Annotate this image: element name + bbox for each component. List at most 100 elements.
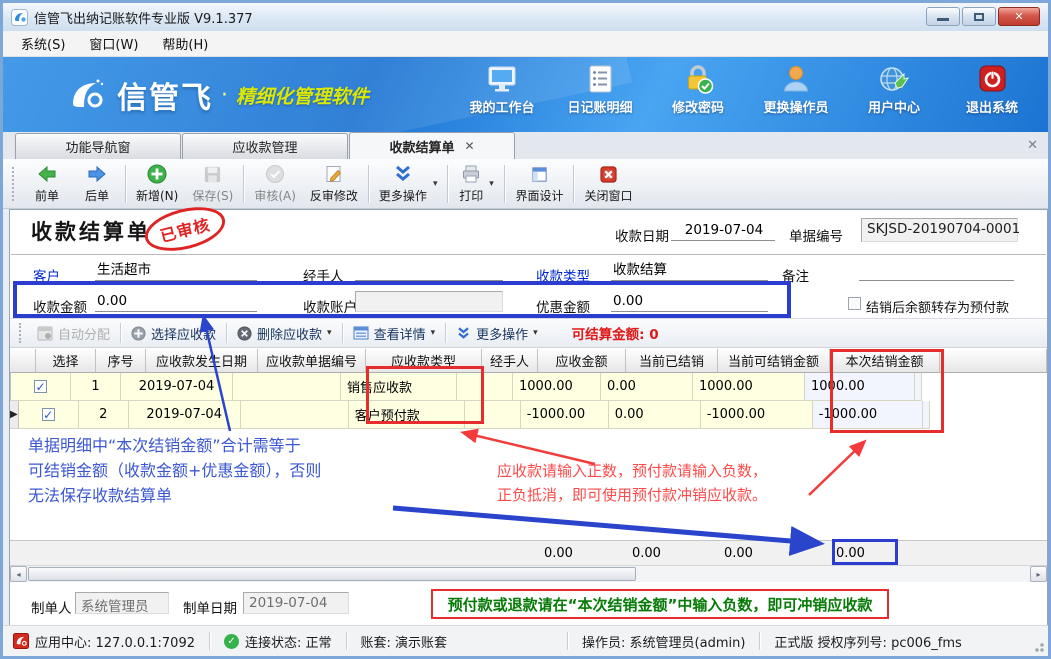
toolbar-grip bbox=[12, 167, 17, 201]
journal-icon bbox=[583, 63, 617, 95]
prev-doc-button[interactable]: 前单 bbox=[22, 161, 72, 206]
tab-receivables[interactable]: 应收款管理 bbox=[182, 133, 348, 159]
delete-receivable-button[interactable]: 删除应收款 ▾ bbox=[229, 322, 340, 345]
tab-function-nav[interactable]: 功能导航窗 bbox=[15, 133, 181, 159]
horizontal-scrollbar: ◂ ▸ bbox=[10, 565, 1047, 582]
handler-field[interactable] bbox=[355, 260, 503, 281]
more-actions-button[interactable]: 更多操作 ▾ bbox=[372, 161, 445, 206]
highlight-box-type-column bbox=[366, 366, 484, 424]
unaudit-modify-button[interactable]: 反审修改 bbox=[303, 161, 365, 206]
dropdown-caret-icon: ▾ bbox=[327, 328, 332, 338]
close-window-button[interactable]: 关闭窗口 bbox=[577, 161, 639, 206]
highlight-box-total bbox=[832, 539, 898, 565]
check-circle-green-icon: ✓ bbox=[224, 634, 239, 649]
cell-settleable: -1000.00 bbox=[701, 401, 813, 429]
x-circle-icon bbox=[237, 326, 252, 341]
transfer-prepay-label: 结销后余额转存为预付款 bbox=[866, 297, 1009, 316]
banner-action-user-center[interactable]: 用户中心 bbox=[852, 63, 936, 116]
receipt-date-field[interactable]: 2019-07-04 bbox=[671, 220, 775, 241]
header-seq[interactable]: 序号 bbox=[96, 349, 146, 373]
menu-system[interactable]: 系统(S) bbox=[11, 31, 75, 56]
header-doc-no[interactable]: 应收款单据编号 bbox=[258, 349, 366, 373]
status-connection: ✓ 连接状态: 正常 bbox=[224, 632, 332, 651]
scrollbar-thumb[interactable] bbox=[28, 567, 636, 581]
print-button[interactable]: 打印 ▾ bbox=[451, 161, 501, 206]
layout-icon bbox=[530, 165, 549, 184]
add-new-button[interactable]: 新增(N) bbox=[129, 161, 185, 206]
menu-bar: 系统(S) 窗口(W) 帮助(H) bbox=[3, 31, 1048, 57]
status-license: 正式版 授权序列号: pc006_fms bbox=[774, 632, 961, 651]
banner-action-exit[interactable]: 退出系统 bbox=[950, 63, 1034, 116]
tabstrip-close-icon[interactable]: ✕ bbox=[1027, 138, 1038, 153]
receipt-type-field[interactable]: 收款结算 bbox=[611, 260, 768, 281]
blue-annotation: 单据明细中“本次结销金额”合计需等于 可结销金额（收款金额+优惠金额），否则 无… bbox=[28, 433, 321, 508]
tab-receipt-settlement[interactable]: 收款结算单 ✕ bbox=[349, 132, 515, 159]
status-app-center: 应用中心: 127.0.0.1:7092 bbox=[13, 632, 195, 651]
check-circle-icon bbox=[265, 164, 285, 184]
menu-window[interactable]: 窗口(W) bbox=[79, 31, 148, 56]
next-doc-button[interactable]: 后单 bbox=[72, 161, 122, 206]
status-account-set: 账套: 演示账套 bbox=[361, 632, 448, 651]
make-date-field: 2019-07-04 bbox=[243, 592, 349, 614]
row-indicator-cell: ▶ bbox=[10, 401, 19, 429]
customer-field[interactable]: 生活超市 bbox=[95, 260, 257, 281]
dropdown-caret-icon: ▾ bbox=[431, 328, 436, 338]
make-date-label: 制单日期 bbox=[183, 597, 237, 617]
tab-strip: 功能导航窗 应收款管理 收款结算单 ✕ ✕ bbox=[3, 132, 1048, 159]
brand-name: 信管飞 bbox=[117, 73, 213, 117]
user-icon bbox=[779, 63, 813, 95]
arrow-left-icon bbox=[37, 164, 57, 184]
scroll-right-button[interactable]: ▸ bbox=[1030, 566, 1047, 582]
banner-action-change-password[interactable]: 修改密码 bbox=[656, 63, 740, 116]
save-button[interactable]: 保存(S) bbox=[185, 161, 240, 206]
select-receivable-button[interactable]: 选择应收款 bbox=[123, 322, 224, 345]
header-amount[interactable]: 应收金额 bbox=[538, 349, 626, 373]
row-checkbox[interactable]: ✓ bbox=[42, 408, 55, 421]
grid-toolbar-grip bbox=[19, 323, 24, 343]
minimize-icon bbox=[937, 18, 949, 21]
row-checkbox[interactable]: ✓ bbox=[34, 380, 47, 393]
document-title: 收款结算单 bbox=[31, 216, 151, 246]
plus-circle-gray-icon bbox=[131, 326, 146, 341]
view-details-button[interactable]: 查看详情 ▾ bbox=[345, 322, 444, 345]
dropdown-caret-icon: ▾ bbox=[489, 179, 494, 189]
printer-icon bbox=[461, 164, 481, 184]
app-window: 信管飞出纳记账软件专业版 V9.1.377 ✕ 系统(S) 窗口(W) 帮助(H… bbox=[0, 0, 1051, 659]
doc-no-label: 单据编号 bbox=[789, 225, 843, 245]
transfer-prepay-checkbox[interactable] bbox=[848, 297, 861, 310]
header-select[interactable]: 选择 bbox=[36, 349, 96, 373]
ui-design-button[interactable]: 界面设计 bbox=[508, 161, 570, 206]
remark-field[interactable] bbox=[859, 260, 1014, 281]
monitor-icon bbox=[485, 63, 519, 95]
double-chevron-down-icon bbox=[393, 164, 413, 184]
banner-action-workbench[interactable]: 我的工作台 bbox=[460, 63, 544, 116]
auto-assign-button[interactable]: 自动分配 bbox=[29, 322, 118, 345]
tab-close-icon[interactable]: ✕ bbox=[464, 139, 474, 153]
header-settled[interactable]: 当前已结销 bbox=[626, 349, 718, 373]
auto-assign-icon bbox=[37, 326, 53, 341]
cell-date: 2019-07-04 bbox=[121, 373, 233, 401]
dropdown-caret-icon: ▾ bbox=[433, 179, 438, 189]
header-settleable[interactable]: 当前可结销金额 bbox=[718, 349, 830, 373]
minimize-button[interactable] bbox=[926, 7, 960, 26]
header-handler[interactable]: 经手人 bbox=[482, 349, 538, 373]
resize-grip[interactable] bbox=[1032, 640, 1044, 652]
menu-help[interactable]: 帮助(H) bbox=[152, 31, 218, 56]
maximize-button[interactable] bbox=[962, 7, 996, 26]
close-button[interactable]: ✕ bbox=[998, 7, 1040, 26]
edit-pencil-icon bbox=[324, 164, 344, 184]
brand-banner: 信管飞 · 精细化管理软件 我的工作台 日记账明细 bbox=[3, 57, 1048, 132]
banner-action-journal[interactable]: 日记账明细 bbox=[558, 63, 642, 116]
header-date[interactable]: 应收款发生日期 bbox=[146, 349, 258, 373]
close-icon: ✕ bbox=[1014, 10, 1023, 23]
green-annotation: 预付款或退款请在“本次结销金额”中输入负数，即可冲销应收款 bbox=[431, 589, 889, 619]
audit-button[interactable]: 审核(A) bbox=[247, 161, 303, 206]
scroll-left-button[interactable]: ◂ bbox=[10, 566, 27, 582]
highlight-box-amount-row bbox=[13, 281, 791, 318]
maximize-icon bbox=[974, 13, 984, 21]
brand-logo-icon bbox=[65, 74, 107, 116]
banner-action-switch-operator[interactable]: 更换操作员 bbox=[754, 63, 838, 116]
doc-no-field: SKJSD-20190704-0001 bbox=[861, 218, 1018, 242]
window-title: 信管飞出纳记账软件专业版 V9.1.377 bbox=[34, 8, 253, 27]
grid-more-actions-button[interactable]: 更多操作 ▾ bbox=[448, 322, 546, 345]
